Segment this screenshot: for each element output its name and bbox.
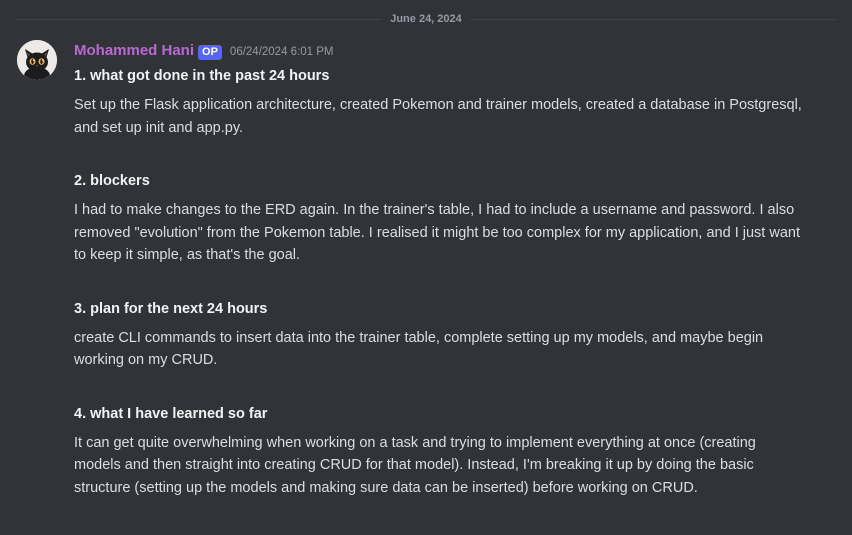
message-header: Mohammed Hani OP 06/24/2024 6:01 PM bbox=[74, 41, 334, 61]
author-name[interactable]: Mohammed Hani bbox=[74, 41, 194, 61]
section-heading: 2. blockers bbox=[74, 173, 150, 189]
section-body: It can get quite overwhelming when worki… bbox=[74, 434, 756, 496]
message-content: 1. what got done in the past 24 hours Se… bbox=[74, 64, 804, 499]
avatar[interactable] bbox=[17, 40, 57, 80]
section-body: I had to make changes to the ERD again. … bbox=[74, 202, 800, 263]
section-heading: 3. plan for the next 24 hours bbox=[74, 300, 268, 317]
section-body: Set up the Flask application architectur… bbox=[74, 97, 802, 136]
date-divider-label: June 24, 2024 bbox=[382, 12, 470, 26]
section-heading: 1. what got done in the past 24 hours bbox=[74, 68, 330, 84]
message-timestamp[interactable]: 06/24/2024 6:01 PM bbox=[230, 42, 334, 62]
op-badge: OP bbox=[198, 44, 222, 60]
section-body: create CLI commands to insert data into … bbox=[74, 329, 764, 369]
black-cat-avatar-icon bbox=[17, 40, 57, 80]
section-heading: 4. what I have learned so far bbox=[74, 405, 268, 422]
chat-view: June 24, 2024 Mohammed Hani OP 06/24/202… bbox=[0, 0, 852, 535]
